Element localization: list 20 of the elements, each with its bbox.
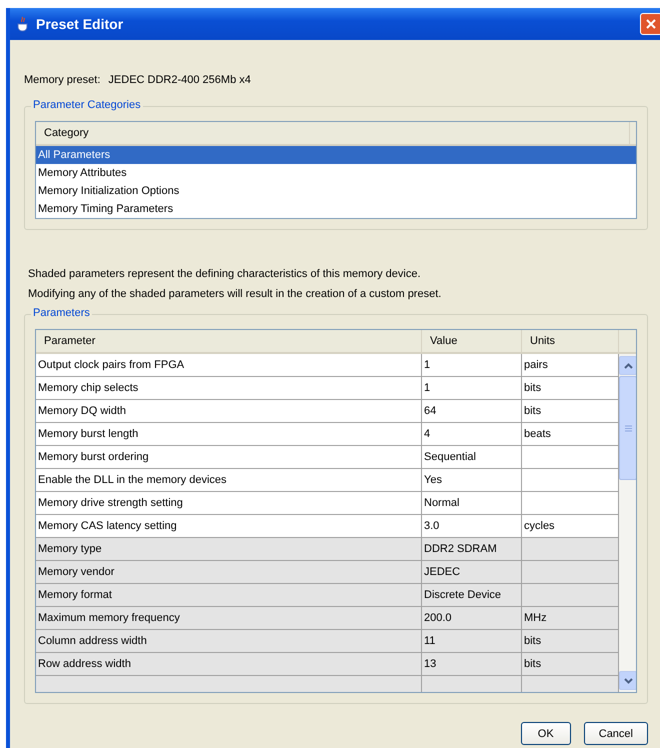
preset-label: Memory preset:	[24, 74, 100, 86]
column-header[interactable]: Units	[522, 330, 619, 352]
category-item[interactable]: All Parameters	[36, 146, 636, 164]
dialog-button[interactable]: Cancel	[584, 722, 648, 745]
scroll-thumb[interactable]	[619, 376, 636, 480]
scroll-up-icon[interactable]	[619, 356, 636, 375]
group-title: Parameters	[31, 307, 92, 319]
info-text: Modifying any of the shaded parameters will result in the creation of a custom preset.	[28, 288, 442, 300]
group-title: Parameter Categories	[31, 99, 143, 111]
scrollbar[interactable]	[619, 354, 636, 692]
scroll-down-icon[interactable]	[619, 671, 636, 690]
close-icon	[645, 18, 657, 30]
close-button[interactable]	[640, 13, 660, 35]
coffee-cup-icon	[16, 16, 30, 32]
column-header[interactable]: Value	[422, 330, 522, 352]
column-header[interactable]: Parameter	[36, 330, 422, 352]
dialog-button[interactable]: OK	[520, 722, 571, 745]
preset-value: JEDEC DDR2-400 256Mb x4	[108, 74, 251, 86]
window-title: Preset Editor	[36, 16, 124, 32]
info-text: Shaded parameters represent the defining characteristics of this memory device.	[28, 268, 422, 280]
